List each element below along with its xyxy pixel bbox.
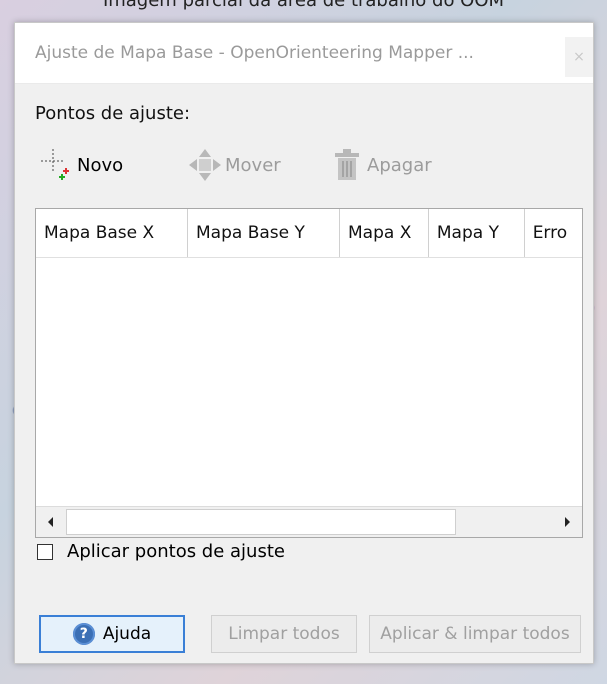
close-icon: × xyxy=(573,49,585,65)
column-header-error[interactable]: Erro xyxy=(525,209,582,257)
column-header-base-y[interactable]: Mapa Base Y xyxy=(188,209,340,257)
column-header-map-x[interactable]: Mapa X xyxy=(340,209,429,257)
title-bar: Ajuste de Mapa Base - OpenOrienteering M… xyxy=(15,23,593,84)
scroll-right-icon xyxy=(565,517,570,527)
move-point-button[interactable]: Mover xyxy=(187,145,281,185)
table-header: Mapa Base X Mapa Base Y Mapa X Mapa Y Er… xyxy=(36,209,582,258)
move-arrows-icon xyxy=(187,147,223,183)
trash-icon xyxy=(329,147,365,183)
scroll-right-button[interactable] xyxy=(552,507,582,537)
georeferencing-dialog: Ajuste de Mapa Base - OpenOrienteering M… xyxy=(14,22,594,664)
close-button[interactable]: × xyxy=(565,37,593,77)
apply-clear-label: Aplicar & limpar todos xyxy=(380,624,570,644)
apply-points-label: Aplicar pontos de ajuste xyxy=(67,541,285,562)
column-header-map-y[interactable]: Mapa Y xyxy=(429,209,525,257)
scroll-left-icon xyxy=(48,517,53,527)
section-label: Pontos de ajuste: xyxy=(35,103,191,124)
delete-label: Apagar xyxy=(367,154,432,176)
help-icon: ? xyxy=(72,623,95,645)
points-table[interactable]: Mapa Base X Mapa Base Y Mapa X Mapa Y Er… xyxy=(35,208,583,538)
help-label: Ajuda xyxy=(102,624,152,644)
crosshair-add-icon xyxy=(39,147,75,183)
move-label: Mover xyxy=(225,154,281,176)
window-title: Ajuste de Mapa Base - OpenOrienteering M… xyxy=(35,43,474,63)
horizontal-scrollbar[interactable] xyxy=(36,506,582,537)
clear-all-button[interactable]: Limpar todos xyxy=(211,615,357,653)
caption-text: Imagem parcial da área de trabalho do OO… xyxy=(102,0,505,11)
help-button[interactable]: ? Ajuda xyxy=(39,615,185,653)
delete-point-button[interactable]: Apagar xyxy=(329,145,432,185)
scroll-left-button[interactable] xyxy=(36,507,66,537)
apply-clear-all-button[interactable]: Aplicar & limpar todos xyxy=(369,615,581,653)
new-point-button[interactable]: Novo xyxy=(39,145,123,185)
new-label: Novo xyxy=(77,154,124,176)
clear-all-label: Limpar todos xyxy=(228,624,340,644)
apply-points-option[interactable]: Aplicar pontos de ajuste xyxy=(37,541,285,562)
column-header-base-x[interactable]: Mapa Base X xyxy=(36,209,188,257)
scrollbar-thumb[interactable] xyxy=(66,509,456,535)
apply-points-checkbox[interactable] xyxy=(37,543,53,560)
